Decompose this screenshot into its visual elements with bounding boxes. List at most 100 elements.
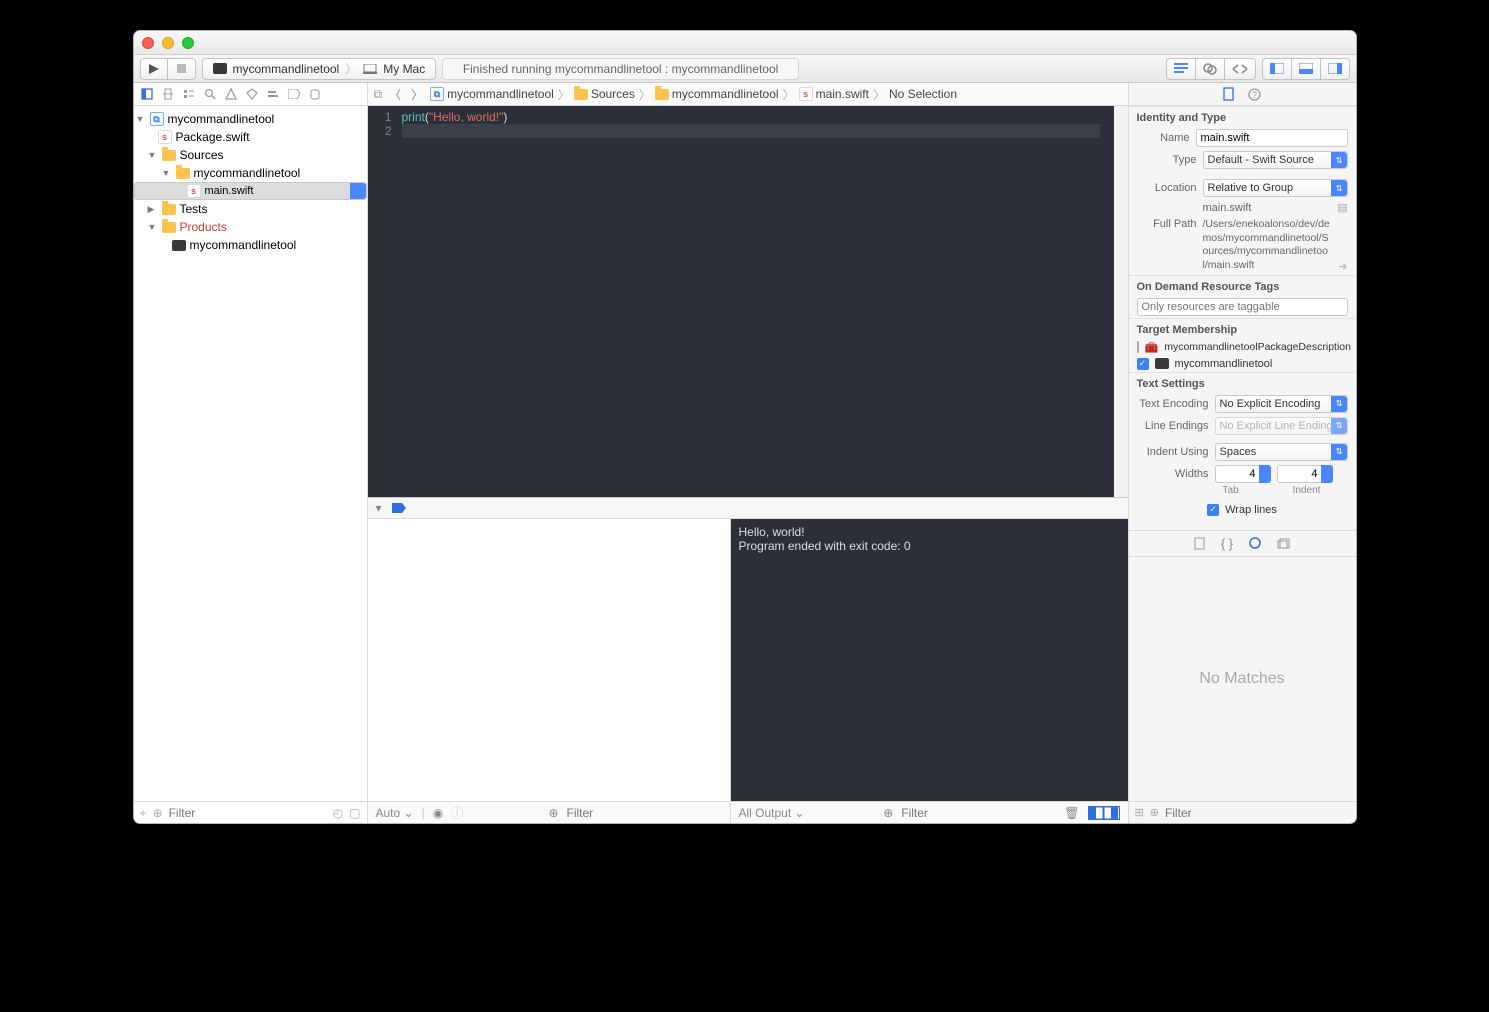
zoom-window-button[interactable]: [182, 37, 194, 49]
library-pane: { } No Matches ⊞ ⊕: [1129, 530, 1356, 823]
eye-icon[interactable]: ◉: [433, 806, 443, 820]
crumb-sources[interactable]: Sources: [574, 87, 635, 101]
crumb-selection[interactable]: No Selection: [889, 87, 957, 101]
filter-icon[interactable]: ⊕: [548, 806, 558, 820]
breakpoint-navigator-tab[interactable]: [285, 85, 303, 103]
filter-icon[interactable]: ⊕: [153, 806, 163, 820]
text-settings-header: Text Settings: [1129, 372, 1356, 393]
assistant-editor-button[interactable]: [1196, 58, 1225, 80]
library-body: No Matches: [1129, 557, 1356, 801]
tree-project[interactable]: ▼⧉mycommandlinetool: [134, 110, 367, 128]
trash-icon[interactable]: 🗑: [1064, 806, 1079, 820]
target-row-1[interactable]: 🧰mycommandlinetoolPackageDescription: [1129, 339, 1356, 356]
code-snippets-tab[interactable]: { }: [1221, 536, 1233, 551]
show-console-button[interactable]: [1104, 806, 1120, 820]
wrap-lines-checkbox[interactable]: ✓: [1207, 504, 1219, 516]
swift-file-icon: s: [187, 184, 201, 198]
file-templates-tab[interactable]: [1194, 537, 1205, 550]
folder-icon[interactable]: ▤: [1337, 201, 1347, 214]
navigator-filter-bar: + ⊕ ◴ ▢: [134, 801, 367, 823]
toggle-inspector-button[interactable]: [1321, 58, 1350, 80]
forward-button[interactable]: 〉: [408, 86, 426, 103]
swift-file-icon: s: [799, 87, 813, 101]
source-control-navigator-tab[interactable]: [159, 85, 177, 103]
type-select[interactable]: Default - Swift Source⇅: [1203, 151, 1348, 169]
crumb-project[interactable]: ⧉mycommandlinetool: [430, 87, 554, 101]
show-variables-button[interactable]: [1088, 806, 1104, 820]
close-window-button[interactable]: [142, 37, 154, 49]
library-filter-input[interactable]: [1165, 806, 1350, 820]
navigator-filter-input[interactable]: [169, 806, 327, 820]
project-icon: ⧉: [150, 112, 164, 126]
tree-product-binary[interactable]: mycommandlinetool: [134, 236, 367, 254]
hide-debug-icon[interactable]: ▾: [376, 501, 382, 515]
recent-files-icon[interactable]: ◴: [333, 806, 343, 820]
object-library-tab[interactable]: [1249, 537, 1261, 549]
media-library-tab[interactable]: [1277, 538, 1290, 549]
jump-bar[interactable]: ⧉ 〈 〉 ⧉mycommandlinetool〉 Sources〉 mycom…: [368, 83, 1128, 106]
breakpoint-toggle-icon[interactable]: [392, 503, 406, 513]
tree-package[interactable]: sPackage.swift: [134, 128, 367, 146]
back-button[interactable]: 〈: [386, 86, 404, 103]
file-inspector-tab[interactable]: [1223, 87, 1234, 101]
related-items-icon[interactable]: ⧉: [374, 87, 383, 102]
minimize-window-button[interactable]: [162, 37, 174, 49]
stepper[interactable]: [1321, 465, 1333, 483]
editor-scrollbar[interactable]: [1114, 106, 1128, 497]
run-button[interactable]: [140, 58, 168, 80]
checkbox[interactable]: [1137, 341, 1139, 353]
stepper[interactable]: [1259, 465, 1271, 483]
scheme-selector[interactable]: mycommandlinetool 〉 My Mac: [202, 58, 437, 80]
filter-icon[interactable]: ⊕: [1150, 806, 1159, 819]
standard-editor-button[interactable]: [1166, 58, 1196, 80]
toggle-navigator-button[interactable]: [1262, 58, 1292, 80]
terminal-icon: [172, 240, 186, 251]
console-scope-selector[interactable]: All Output ⌄: [739, 806, 805, 820]
console-filter-input[interactable]: [901, 806, 1056, 820]
console-output[interactable]: Hello, world! Program ended with exit co…: [731, 519, 1128, 801]
report-navigator-tab[interactable]: [306, 85, 324, 103]
status-text: Finished running mycommandlinetool : myc…: [463, 62, 778, 76]
add-icon[interactable]: +: [140, 806, 147, 820]
test-navigator-tab[interactable]: [243, 85, 261, 103]
quick-help-tab[interactable]: ?: [1248, 88, 1261, 101]
toggle-debug-button[interactable]: [1292, 58, 1321, 80]
swift-file-icon: s: [158, 130, 172, 144]
code-editor[interactable]: 12 print("Hello, world!"): [368, 106, 1128, 497]
crumb-package[interactable]: mycommandlinetool: [655, 87, 779, 101]
indent-using-select[interactable]: Spaces⇅: [1215, 443, 1348, 461]
filter-icon[interactable]: ⊕: [883, 806, 893, 820]
folder-icon: [162, 204, 176, 215]
crumb-file[interactable]: smain.swift: [799, 87, 869, 101]
find-navigator-tab[interactable]: [201, 85, 219, 103]
tree-sources[interactable]: ▼Sources: [134, 146, 367, 164]
symbol-navigator-tab[interactable]: [180, 85, 198, 103]
target-header: Target Membership: [1129, 318, 1356, 339]
tree-main-swift[interactable]: smain.swift: [134, 182, 367, 200]
variables-filter-input[interactable]: [567, 806, 722, 820]
line-endings-select[interactable]: No Explicit Line Endings⇅: [1215, 417, 1348, 435]
reveal-icon[interactable]: ➜: [1338, 260, 1347, 273]
tree-products[interactable]: ▼Products: [134, 218, 367, 236]
scm-filter-icon[interactable]: ▢: [349, 806, 360, 820]
issue-navigator-tab[interactable]: [222, 85, 240, 103]
encoding-select[interactable]: No Explicit Encoding⇅: [1215, 395, 1348, 413]
target-row-2[interactable]: ✓mycommandlinetool: [1129, 356, 1356, 372]
location-select[interactable]: Relative to Group⇅: [1203, 179, 1348, 197]
location-label: Location: [1137, 182, 1197, 194]
code-content[interactable]: print("Hello, world!"): [398, 106, 1100, 497]
name-input[interactable]: [1196, 129, 1348, 147]
stop-button[interactable]: [168, 58, 196, 80]
checkbox[interactable]: ✓: [1137, 358, 1149, 370]
version-editor-button[interactable]: [1225, 58, 1256, 80]
variables-view[interactable]: [368, 519, 731, 801]
tree-sources-pkg[interactable]: ▼mycommandlinetool: [134, 164, 367, 182]
variables-scope-selector[interactable]: Auto ⌄: [376, 806, 414, 820]
type-label: Type: [1137, 154, 1197, 166]
grid-view-icon[interactable]: ⊞: [1135, 806, 1144, 819]
debug-navigator-tab[interactable]: [264, 85, 282, 103]
tree-tests[interactable]: ▶Tests: [134, 200, 367, 218]
project-tree[interactable]: ▼⧉mycommandlinetool sPackage.swift ▼Sour…: [134, 106, 367, 801]
project-navigator-tab[interactable]: [138, 85, 156, 103]
quicklook-icon[interactable]: ⓘ: [451, 804, 463, 821]
